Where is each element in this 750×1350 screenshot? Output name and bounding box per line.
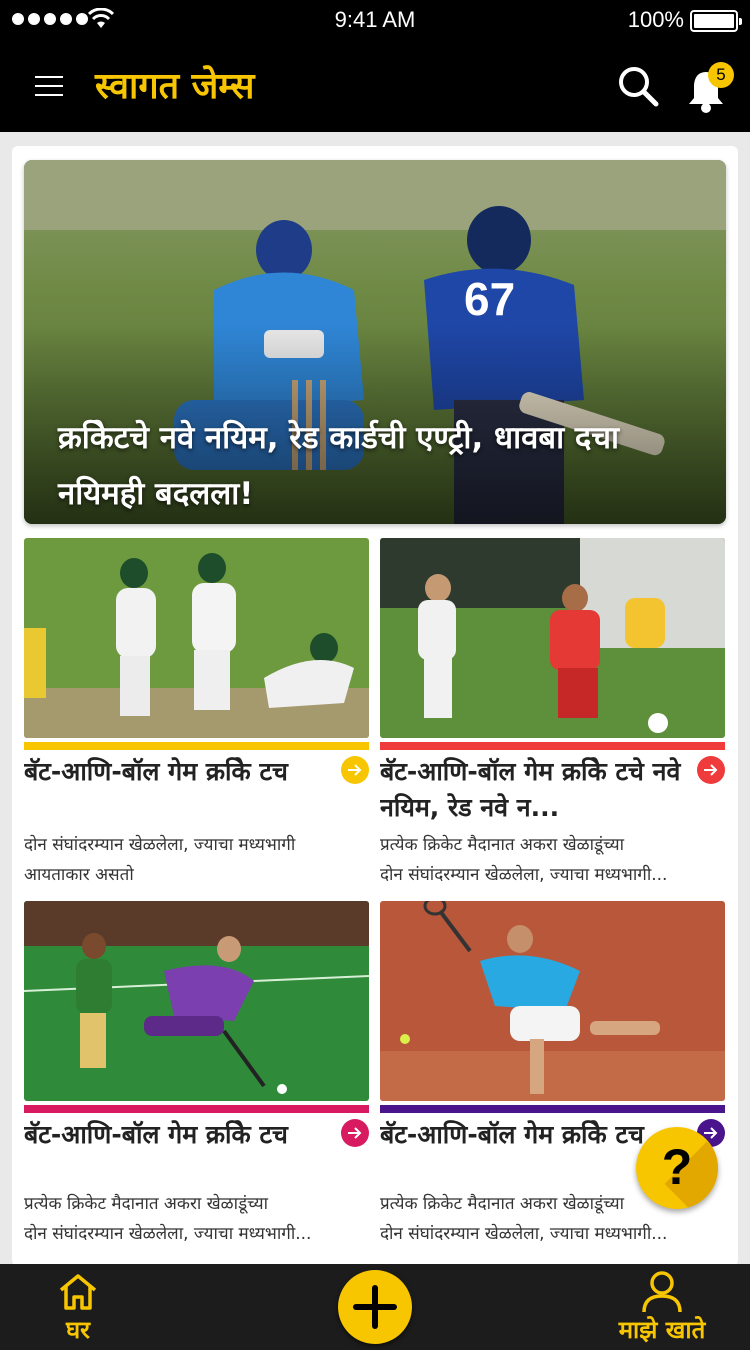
tile-title: बॅट-आणि-बॉल गेम क्रकिे टच xyxy=(24,1120,288,1149)
tile-image xyxy=(380,538,725,738)
status-bar: 9:41 AM 100% xyxy=(0,0,750,40)
tile-title: बॅट-आणि-बॉल गेम क्रकिे टचे नवे नयिम, रेड… xyxy=(380,757,681,822)
tile-image xyxy=(24,538,369,738)
search-icon[interactable] xyxy=(616,64,660,108)
tile-image xyxy=(380,901,725,1101)
nav-account-label: माझे खाते xyxy=(618,1316,706,1344)
add-icon xyxy=(353,1285,397,1329)
tile-description: दोन संघांदरम्यान खेळलेला, ज्याचा मध्यभाग… xyxy=(380,1224,668,1244)
tile-description: दोन संघांदरम्यान खेळलेला, ज्याचा मध्यभाग… xyxy=(24,1224,312,1244)
notification-button[interactable]: 5 xyxy=(686,62,734,113)
tile-description: आयताकार असतो xyxy=(24,865,134,885)
tile-description: दोन संघांदरम्यान खेळलेला, ज्याचा मध्यभाग… xyxy=(24,835,296,855)
tile-accent-bar xyxy=(380,742,725,750)
tile-accent-bar xyxy=(380,1105,725,1113)
content-card: 67 क्रकिेटचे नवे नयिम, रेड कार्डची एण्ट्… xyxy=(12,146,738,1266)
notification-badge: 5 xyxy=(708,62,734,88)
menu-icon[interactable] xyxy=(35,76,63,96)
arrow-right-icon[interactable] xyxy=(341,756,369,784)
article-tile[interactable]: बॅट-आणि-बॉल गेम क्रकिे टच दोन संघांदरम्य… xyxy=(24,538,369,888)
add-button[interactable] xyxy=(338,1270,412,1344)
bottom-nav: घर माझे खाते xyxy=(0,1264,750,1350)
tile-title: बॅट-आणि-बॉल गेम क्रकिे टच xyxy=(24,757,288,786)
nav-home-label: घर xyxy=(66,1316,90,1344)
tile-description: प्रत्येक क्रिकेट मैदानात अकरा खेळाडूंच्य… xyxy=(380,835,625,855)
help-button[interactable]: ? xyxy=(636,1127,718,1209)
arrow-right-icon[interactable] xyxy=(341,1119,369,1147)
page-title: स्वागत जेम्स xyxy=(95,66,255,107)
tile-description: प्रत्येक क्रिकेट मैदानात अकरा खेळाडूंच्य… xyxy=(24,1194,269,1214)
hero-article[interactable]: 67 क्रकिेटचे नवे नयिम, रेड कार्डची एण्ट्… xyxy=(24,160,726,524)
nav-home[interactable]: घर xyxy=(40,1270,116,1346)
home-icon xyxy=(59,1274,97,1310)
user-icon xyxy=(642,1271,682,1313)
help-icon: ? xyxy=(661,1139,693,1195)
hero-title: क्रकिेटचे नवे नयिम, रेड कार्डची एण्ट्री,… xyxy=(58,420,620,512)
tile-image xyxy=(24,901,369,1101)
tile-accent-bar xyxy=(24,742,369,750)
arrow-right-icon[interactable] xyxy=(697,756,725,784)
battery-icon xyxy=(690,10,742,32)
nav-account[interactable]: माझे खाते xyxy=(600,1270,724,1346)
battery-percent: 100% xyxy=(627,7,684,32)
app-header: स्वागत जेम्स 5 xyxy=(0,40,750,132)
tile-description: दोन संघांदरम्यान खेळलेला, ज्याचा मध्यभाग… xyxy=(380,865,668,885)
article-tile[interactable]: बॅट-आणि-बॉल गेम क्रकिे टच प्रत्येक क्रिक… xyxy=(24,901,369,1256)
article-tile[interactable]: बॅट-आणि-बॉल गेम क्रकिे टचे नवे नयिम, रेड… xyxy=(380,538,725,888)
tile-accent-bar xyxy=(24,1105,369,1113)
